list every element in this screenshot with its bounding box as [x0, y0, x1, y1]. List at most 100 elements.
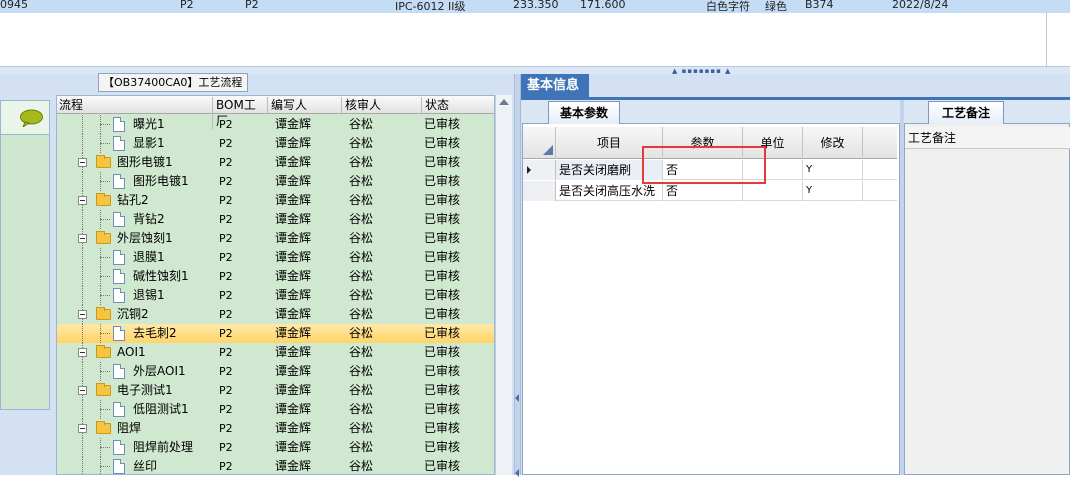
tree-node-name[interactable]: 丝印 — [133, 457, 157, 474]
tree-node-name[interactable]: 去毛刺2 — [133, 324, 177, 343]
tree-node-name[interactable]: 阻焊前处理 — [133, 438, 193, 457]
tab-basic-params[interactable]: 基本参数 — [548, 101, 620, 124]
comment-icon[interactable] — [19, 109, 44, 127]
tree-cell-bom: P2 — [219, 175, 233, 188]
tree-node-name[interactable]: 低阻测试1 — [133, 400, 189, 419]
tree-row[interactable]: 退膜1 P2 谭金辉 谷松 已审核 — [57, 248, 494, 267]
scroll-up-icon[interactable] — [499, 99, 509, 105]
grid-cell-value[interactable]: 否 — [663, 181, 743, 201]
tree-cell-reviewer: 谷松 — [349, 459, 374, 473]
tree-connector — [82, 438, 83, 457]
tab-process-flow[interactable]: 【OB37400CA0】工艺流程 — [98, 73, 248, 92]
collapse-icon[interactable] — [78, 196, 87, 205]
grid-cell-unit[interactable] — [743, 181, 803, 201]
top-row-cell[interactable]: IPC-6012 II级 — [395, 0, 466, 14]
grid-cell-modify[interactable]: Y — [803, 160, 863, 180]
tree-col-status[interactable]: 状态 — [421, 97, 494, 113]
tree-connector — [100, 257, 110, 258]
tree-col-flow[interactable]: 流程 — [57, 97, 212, 113]
tree-row[interactable]: 钻孔2 P2 谭金辉 谷松 已审核 — [57, 191, 494, 210]
vertical-splitter[interactable] — [514, 74, 521, 477]
tree-connector — [100, 409, 110, 410]
tree-cell-author: 谭金辉 — [275, 326, 312, 340]
collapse-icon[interactable] — [78, 386, 87, 395]
tree-row[interactable]: 沉铜2 P2 谭金辉 谷松 已审核 — [57, 305, 494, 324]
tree-row[interactable]: 退锡1 P2 谭金辉 谷松 已审核 — [57, 286, 494, 305]
tree-node-name[interactable]: 显影1 — [133, 134, 165, 153]
tree-node-name[interactable]: 退锡1 — [133, 286, 165, 305]
tree-row[interactable]: 显影1 P2 谭金辉 谷松 已审核 — [57, 134, 494, 153]
top-row-cell[interactable]: B374 — [805, 0, 834, 11]
grid-col-modify[interactable]: 修改 — [803, 127, 863, 159]
collapse-left-icon[interactable] — [515, 394, 519, 402]
document-icon — [113, 326, 125, 341]
collapse-icon[interactable] — [78, 348, 87, 357]
grid-row[interactable]: 是否关闭高压水洗 否 Y — [523, 181, 897, 201]
tab-process-notes[interactable]: 工艺备注 — [928, 101, 1004, 124]
collapse-icon[interactable] — [78, 310, 87, 319]
tree-node-name[interactable]: 图形电镀1 — [117, 153, 173, 172]
tree-node-name[interactable]: 曝光1 — [133, 115, 165, 134]
tree-row[interactable]: 外层蚀刻1 P2 谭金辉 谷松 已审核 — [57, 229, 494, 248]
collapse-icon[interactable] — [78, 158, 87, 167]
tree-node-name[interactable]: 退膜1 — [133, 248, 165, 267]
tree-scrollbar[interactable] — [495, 95, 512, 475]
tree-cell-author: 谭金辉 — [275, 193, 312, 207]
tree-node-name[interactable]: 钻孔2 — [117, 191, 149, 210]
tree-row[interactable]: 去毛刺2 P2 谭金辉 谷松 已审核 — [57, 324, 494, 343]
tree-cell-reviewer: 谷松 — [349, 231, 374, 245]
tree-node-name[interactable]: 图形电镀1 — [133, 172, 189, 191]
tree-row[interactable]: 背钻2 P2 谭金辉 谷松 已审核 — [57, 210, 494, 229]
grid-cell-item[interactable]: 是否关闭高压水洗 — [556, 181, 663, 201]
grid-corner-cell[interactable] — [523, 127, 556, 159]
collapse-left-icon-2[interactable] — [515, 469, 519, 477]
top-row-cell[interactable]: 233.350 — [513, 0, 559, 11]
tree-row[interactable]: 低阻测试1 P2 谭金辉 谷松 已审核 — [57, 400, 494, 419]
select-all-icon[interactable] — [543, 145, 553, 155]
tree-row[interactable]: AOI1 P2 谭金辉 谷松 已审核 — [57, 343, 494, 362]
top-row-cell[interactable]: 绿色 — [765, 0, 787, 14]
process-tree[interactable]: 流程 BOM工厂 编写人 核审人 状态 曝光1 P2 谭金辉 谷松 已审核 显影1 P2 谭金… — [56, 95, 495, 475]
top-row-cell[interactable]: 0945 — [0, 0, 28, 11]
top-table-row[interactable]: 0945 P2 P2 IPC-6012 II级 233.350 171.600 白色字符 绿色… — [0, 0, 1070, 13]
tree-cell-reviewer: 谷松 — [349, 269, 374, 283]
tree-connector — [82, 134, 83, 153]
tree-row[interactable]: 曝光1 P2 谭金辉 谷松 已审核 — [57, 115, 494, 134]
collapse-icon[interactable] — [78, 424, 87, 433]
top-row-cell[interactable]: 171.600 — [580, 0, 626, 11]
tree-col-author[interactable]: 编写人 — [267, 97, 341, 113]
grid-cell-modify[interactable]: Y — [803, 181, 863, 201]
tree-row[interactable]: 阻焊 P2 谭金辉 谷松 已审核 — [57, 419, 494, 438]
tree-node-name[interactable]: 外层AOI1 — [133, 362, 186, 381]
tree-node-name[interactable]: 外层蚀刻1 — [117, 229, 173, 248]
tree-col-reviewer[interactable]: 核审人 — [341, 97, 421, 113]
top-row-cell[interactable]: 白色字符 — [706, 0, 750, 14]
tree-node-name[interactable]: 背钻2 — [133, 210, 165, 229]
row-selector[interactable] — [523, 181, 556, 201]
tree-row[interactable]: 图形电镀1 P2 谭金辉 谷松 已审核 — [57, 172, 494, 191]
tree-node-name[interactable]: 碱性蚀刻1 — [133, 267, 189, 286]
tree-row[interactable]: 电子测试1 P2 谭金辉 谷松 已审核 — [57, 381, 494, 400]
tree-node-name[interactable]: 沉铜2 — [117, 305, 149, 324]
tree-row[interactable]: 图形电镀1 P2 谭金辉 谷松 已审核 — [57, 153, 494, 172]
tree-row[interactable]: 碱性蚀刻1 P2 谭金辉 谷松 已审核 — [57, 267, 494, 286]
tree-cell-status: 已审核 — [424, 136, 461, 150]
tree-cell-author: 谭金辉 — [275, 421, 312, 435]
tree-node-name[interactable]: 电子测试1 — [117, 381, 173, 400]
tree-row[interactable]: 外层AOI1 P2 谭金辉 谷松 已审核 — [57, 362, 494, 381]
document-icon — [113, 459, 125, 474]
tree-cell-reviewer: 谷松 — [349, 136, 374, 150]
tree-node-name[interactable]: 阻焊 — [117, 419, 141, 438]
document-icon — [113, 364, 125, 379]
top-row-cell[interactable]: 2022/8/24 — [892, 0, 948, 11]
tree-row[interactable]: 阻焊前处理 P2 谭金辉 谷松 已审核 — [57, 438, 494, 457]
tree-cell-status: 已审核 — [424, 117, 461, 131]
tree-node-name[interactable]: AOI1 — [117, 343, 146, 362]
tree-connector — [82, 362, 83, 381]
top-row-cell[interactable]: P2 — [245, 0, 259, 11]
tab-basic-info[interactable]: 基本信息 — [521, 74, 589, 98]
collapse-icon[interactable] — [78, 234, 87, 243]
tree-row[interactable]: 丝印 P2 谭金辉 谷松 已审核 — [57, 457, 494, 474]
row-selector[interactable] — [523, 160, 556, 180]
top-row-cell[interactable]: P2 — [180, 0, 194, 11]
